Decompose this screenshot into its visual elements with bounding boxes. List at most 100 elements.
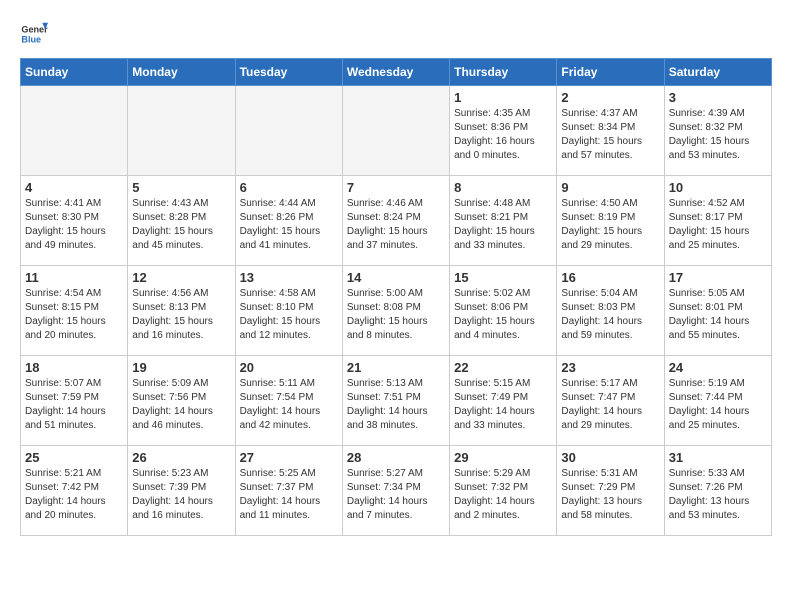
- day-number: 28: [347, 450, 445, 465]
- day-detail: Sunrise: 5:23 AM Sunset: 7:39 PM Dayligh…: [132, 467, 230, 523]
- calendar-cell: 22 Sunrise: 5:15 AM Sunset: 7:49 PM Dayli…: [450, 356, 557, 446]
- calendar-cell: 31 Sunrise: 5:33 AM Sunset: 7:26 PM Dayli…: [664, 446, 771, 536]
- day-detail: Sunrise: 5:02 AM Sunset: 8:06 PM Dayligh…: [454, 287, 552, 343]
- day-detail: Sunrise: 5:33 AM Sunset: 7:26 PM Dayligh…: [669, 467, 767, 523]
- day-number: 25: [25, 450, 123, 465]
- calendar-cell: 2 Sunrise: 4:37 AM Sunset: 8:34 PM Daylig…: [557, 86, 664, 176]
- day-number: 11: [25, 270, 123, 285]
- day-number: 26: [132, 450, 230, 465]
- calendar-cell: 24 Sunrise: 5:19 AM Sunset: 7:44 PM Dayli…: [664, 356, 771, 446]
- day-detail: Sunrise: 4:41 AM Sunset: 8:30 PM Dayligh…: [25, 197, 123, 253]
- day-detail: Sunrise: 5:25 AM Sunset: 7:37 PM Dayligh…: [240, 467, 338, 523]
- day-detail: Sunrise: 5:05 AM Sunset: 8:01 PM Dayligh…: [669, 287, 767, 343]
- day-number: 20: [240, 360, 338, 375]
- calendar-cell: 14 Sunrise: 5:00 AM Sunset: 8:08 PM Dayli…: [342, 266, 449, 356]
- calendar-cell: 9Sunrise: 4:50 AM Sunset: 8:19 PM Daylig…: [557, 176, 664, 266]
- calendar-cell: 27 Sunrise: 5:25 AM Sunset: 7:37 PM Dayli…: [235, 446, 342, 536]
- calendar-cell: 16 Sunrise: 5:04 AM Sunset: 8:03 PM Dayli…: [557, 266, 664, 356]
- day-detail: Sunrise: 5:19 AM Sunset: 7:44 PM Dayligh…: [669, 377, 767, 433]
- day-number: 19: [132, 360, 230, 375]
- calendar-cell: 4 Sunrise: 4:41 AM Sunset: 8:30 PM Daylig…: [21, 176, 128, 266]
- day-number: 23: [561, 360, 659, 375]
- day-number: 2: [561, 90, 659, 105]
- day-detail: Sunrise: 4:44 AM Sunset: 8:26 PM Dayligh…: [240, 197, 338, 253]
- day-number: 30: [561, 450, 659, 465]
- col-header-monday: Monday: [128, 59, 235, 86]
- col-header-tuesday: Tuesday: [235, 59, 342, 86]
- day-detail: Sunrise: 4:54 AM Sunset: 8:15 PM Dayligh…: [25, 287, 123, 343]
- calendar-cell: 19 Sunrise: 5:09 AM Sunset: 7:56 PM Dayli…: [128, 356, 235, 446]
- calendar-cell: 18Sunrise: 5:07 AM Sunset: 7:59 PM Dayli…: [21, 356, 128, 446]
- day-detail: Sunrise: 4:52 AM Sunset: 8:17 PM Dayligh…: [669, 197, 767, 253]
- day-detail: Sunrise: 4:48 AM Sunset: 8:21 PM Dayligh…: [454, 197, 552, 253]
- calendar-week-row: 1 Sunrise: 4:35 AM Sunset: 8:36 PM Daylig…: [21, 86, 772, 176]
- calendar-cell: [21, 86, 128, 176]
- calendar-cell: 17Sunrise: 5:05 AM Sunset: 8:01 PM Dayli…: [664, 266, 771, 356]
- calendar-cell: [128, 86, 235, 176]
- calendar-cell: 13Sunrise: 4:58 AM Sunset: 8:10 PM Dayli…: [235, 266, 342, 356]
- day-number: 18: [25, 360, 123, 375]
- day-number: 6: [240, 180, 338, 195]
- day-detail: Sunrise: 4:43 AM Sunset: 8:28 PM Dayligh…: [132, 197, 230, 253]
- day-number: 22: [454, 360, 552, 375]
- day-detail: Sunrise: 5:09 AM Sunset: 7:56 PM Dayligh…: [132, 377, 230, 433]
- day-number: 1: [454, 90, 552, 105]
- calendar-cell: 15 Sunrise: 5:02 AM Sunset: 8:06 PM Dayli…: [450, 266, 557, 356]
- day-number: 16: [561, 270, 659, 285]
- calendar-cell: 30 Sunrise: 5:31 AM Sunset: 7:29 PM Dayli…: [557, 446, 664, 536]
- day-detail: Sunrise: 5:21 AM Sunset: 7:42 PM Dayligh…: [25, 467, 123, 523]
- day-number: 7: [347, 180, 445, 195]
- day-number: 3: [669, 90, 767, 105]
- calendar-cell: 21Sunrise: 5:13 AM Sunset: 7:51 PM Dayli…: [342, 356, 449, 446]
- col-header-saturday: Saturday: [664, 59, 771, 86]
- day-detail: Sunrise: 5:31 AM Sunset: 7:29 PM Dayligh…: [561, 467, 659, 523]
- day-number: 9: [561, 180, 659, 195]
- col-header-thursday: Thursday: [450, 59, 557, 86]
- day-number: 27: [240, 450, 338, 465]
- page-header: General Blue: [20, 20, 772, 48]
- day-detail: Sunrise: 5:15 AM Sunset: 7:49 PM Dayligh…: [454, 377, 552, 433]
- calendar-cell: 25 Sunrise: 5:21 AM Sunset: 7:42 PM Dayli…: [21, 446, 128, 536]
- day-detail: Sunrise: 5:13 AM Sunset: 7:51 PM Dayligh…: [347, 377, 445, 433]
- calendar-cell: 28 Sunrise: 5:27 AM Sunset: 7:34 PM Dayli…: [342, 446, 449, 536]
- calendar-cell: 5Sunrise: 4:43 AM Sunset: 8:28 PM Daylig…: [128, 176, 235, 266]
- day-number: 14: [347, 270, 445, 285]
- calendar-cell: 23 Sunrise: 5:17 AM Sunset: 7:47 PM Dayli…: [557, 356, 664, 446]
- calendar-cell: 26 Sunrise: 5:23 AM Sunset: 7:39 PM Dayli…: [128, 446, 235, 536]
- day-number: 8: [454, 180, 552, 195]
- day-detail: Sunrise: 4:37 AM Sunset: 8:34 PM Dayligh…: [561, 107, 659, 163]
- calendar-table: SundayMondayTuesdayWednesdayThursdayFrid…: [20, 58, 772, 536]
- calendar-cell: 12Sunrise: 4:56 AM Sunset: 8:13 PM Dayli…: [128, 266, 235, 356]
- logo-icon: General Blue: [20, 20, 48, 48]
- calendar-cell: [235, 86, 342, 176]
- calendar-header-row: SundayMondayTuesdayWednesdayThursdayFrid…: [21, 59, 772, 86]
- day-detail: Sunrise: 5:11 AM Sunset: 7:54 PM Dayligh…: [240, 377, 338, 433]
- day-detail: Sunrise: 5:27 AM Sunset: 7:34 PM Dayligh…: [347, 467, 445, 523]
- day-detail: Sunrise: 4:35 AM Sunset: 8:36 PM Dayligh…: [454, 107, 552, 163]
- day-number: 31: [669, 450, 767, 465]
- col-header-sunday: Sunday: [21, 59, 128, 86]
- calendar-cell: 29Sunrise: 5:29 AM Sunset: 7:32 PM Dayli…: [450, 446, 557, 536]
- day-number: 4: [25, 180, 123, 195]
- calendar-cell: 8 Sunrise: 4:48 AM Sunset: 8:21 PM Daylig…: [450, 176, 557, 266]
- calendar-week-row: 11 Sunrise: 4:54 AM Sunset: 8:15 PM Dayli…: [21, 266, 772, 356]
- calendar-cell: 6 Sunrise: 4:44 AM Sunset: 8:26 PM Daylig…: [235, 176, 342, 266]
- col-header-friday: Friday: [557, 59, 664, 86]
- day-detail: Sunrise: 5:04 AM Sunset: 8:03 PM Dayligh…: [561, 287, 659, 343]
- day-number: 13: [240, 270, 338, 285]
- day-detail: Sunrise: 5:00 AM Sunset: 8:08 PM Dayligh…: [347, 287, 445, 343]
- calendar-week-row: 4 Sunrise: 4:41 AM Sunset: 8:30 PM Daylig…: [21, 176, 772, 266]
- day-number: 15: [454, 270, 552, 285]
- calendar-cell: 1 Sunrise: 4:35 AM Sunset: 8:36 PM Daylig…: [450, 86, 557, 176]
- calendar-cell: [342, 86, 449, 176]
- calendar-cell: 10 Sunrise: 4:52 AM Sunset: 8:17 PM Dayli…: [664, 176, 771, 266]
- calendar-cell: 3Sunrise: 4:39 AM Sunset: 8:32 PM Daylig…: [664, 86, 771, 176]
- svg-text:Blue: Blue: [21, 34, 41, 44]
- logo: General Blue: [20, 20, 52, 48]
- calendar-cell: 20 Sunrise: 5:11 AM Sunset: 7:54 PM Dayli…: [235, 356, 342, 446]
- calendar-week-row: 25 Sunrise: 5:21 AM Sunset: 7:42 PM Dayli…: [21, 446, 772, 536]
- day-number: 24: [669, 360, 767, 375]
- day-number: 10: [669, 180, 767, 195]
- day-detail: Sunrise: 4:46 AM Sunset: 8:24 PM Dayligh…: [347, 197, 445, 253]
- day-detail: Sunrise: 5:17 AM Sunset: 7:47 PM Dayligh…: [561, 377, 659, 433]
